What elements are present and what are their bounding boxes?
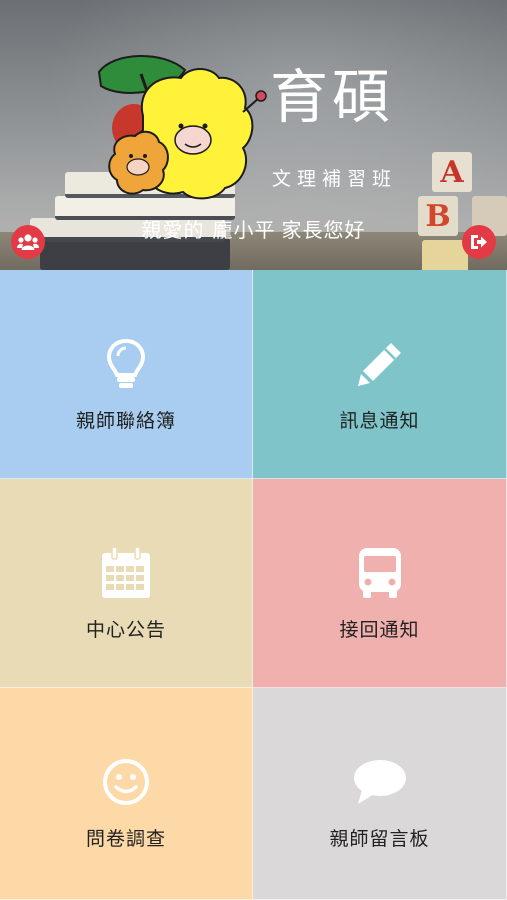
tile-pickup-notice[interactable]: 接回通知 <box>253 479 507 688</box>
members-button[interactable] <box>11 225 45 259</box>
tile-notifications[interactable]: 訊息通知 <box>253 270 507 479</box>
calendar-icon <box>98 545 154 601</box>
tile-label: 接回通知 <box>339 619 420 641</box>
chat-bubble-icon <box>352 754 408 810</box>
mascot-logo <box>97 54 267 200</box>
tile-label: 訊息通知 <box>339 410 420 432</box>
tile-label: 親師留言板 <box>329 828 430 850</box>
pencil-icon <box>352 336 408 392</box>
header-banner: A B 育碩 文理補習班 親愛的 龐小平 家長您好 <box>0 0 507 270</box>
abc-block-a: A <box>432 152 472 192</box>
greeting-prefix: 親愛的 <box>141 218 205 242</box>
brand-subtitle: 文理補習班 <box>272 168 398 190</box>
bus-icon <box>352 545 408 601</box>
tile-label: 中心公告 <box>85 619 166 641</box>
main-menu-grid: 親師聯絡簿 訊息通知 中心公告 接回通知 問卷調查 親師留言板 <box>0 270 507 900</box>
abc-block-c <box>422 240 468 270</box>
app-screen: A B 育碩 文理補習班 親愛的 龐小平 家長您好 親師聯絡簿 訊息通知 中心公… <box>0 0 507 900</box>
smiley-icon <box>98 754 154 810</box>
logout-button[interactable] <box>462 225 496 259</box>
tile-contact-book[interactable]: 親師聯絡簿 <box>0 270 253 479</box>
greeting-suffix: 家長您好 <box>281 218 366 242</box>
tile-label: 問卷調查 <box>85 828 166 850</box>
users-icon <box>17 234 39 250</box>
tile-survey[interactable]: 問卷調查 <box>0 688 253 900</box>
greeting-name: 龐小平 <box>212 218 276 242</box>
greeting-text: 親愛的 龐小平 家長您好 <box>0 214 507 243</box>
brand-title: 育碩 <box>270 63 395 131</box>
tile-message-board[interactable]: 親師留言板 <box>253 688 507 900</box>
tile-announcements[interactable]: 中心公告 <box>0 479 253 688</box>
lightbulb-icon <box>98 336 154 392</box>
sign-out-icon <box>471 235 487 249</box>
tile-label: 親師聯絡簿 <box>75 410 176 432</box>
